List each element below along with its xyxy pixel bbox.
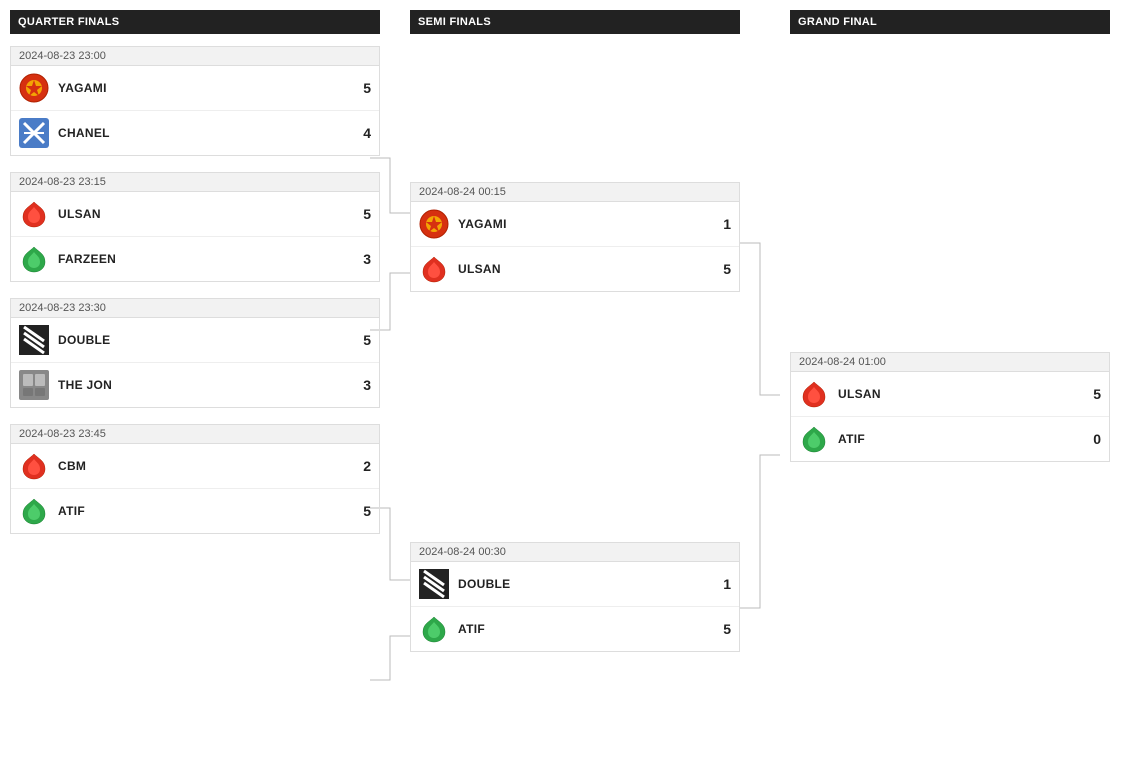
qf-header: Quarter Finals bbox=[10, 10, 380, 34]
qf-match-4-team-2: ATIF 5 bbox=[11, 488, 379, 533]
sf-m1-t1-name: YAGAMI bbox=[458, 217, 723, 231]
atif-logo-sf bbox=[419, 614, 449, 644]
gf-match-1-time: 2024-08-24 01:00 bbox=[790, 352, 1110, 371]
gf-m1-t1-name: ULSAN bbox=[838, 387, 1093, 401]
qf-match-1-time: 2024-08-23 23:00 bbox=[10, 46, 380, 65]
sf-header: Semi Finals bbox=[410, 10, 740, 34]
farzeen-logo-1 bbox=[19, 244, 49, 274]
qf-m4-t2-name: ATIF bbox=[58, 504, 363, 518]
qf-match-3: 2024-08-23 23:30 DOUBLE 5 THE JON 3 bbox=[10, 298, 380, 408]
qf-match-2: 2024-08-23 23:15 ULSAN 5 FARZEEN 3 bbox=[10, 172, 380, 282]
ulsan-logo-sf bbox=[419, 254, 449, 284]
sf-match-2-team-1: DOUBLE 1 bbox=[411, 562, 739, 606]
cbm-logo bbox=[19, 451, 49, 481]
grand-final-column: Grand Final 2024-08-24 01:00 ULSAN 5 ATI… bbox=[790, 10, 1110, 462]
qf-match-2-time: 2024-08-23 23:15 bbox=[10, 172, 380, 191]
qf-match-4-time: 2024-08-23 23:45 bbox=[10, 424, 380, 443]
sf-match-2-team-2: ATIF 5 bbox=[411, 606, 739, 651]
sf-m2-t2-name: ATIF bbox=[458, 622, 723, 636]
qf-m4-t2-score: 5 bbox=[363, 503, 371, 519]
qf-m2-t1-score: 5 bbox=[363, 206, 371, 222]
qf-match-2-team-2: FARZEEN 3 bbox=[11, 236, 379, 281]
qf-match-1: 2024-08-23 23:00 YAGAMI 5 CHANEL 4 bbox=[10, 46, 380, 156]
ulsan-logo-1 bbox=[19, 199, 49, 229]
double-logo-sf bbox=[419, 569, 449, 599]
gf-header: Grand Final bbox=[790, 10, 1110, 34]
sf-match-1-time: 2024-08-24 00:15 bbox=[410, 182, 740, 201]
qf-m1-t1-score: 5 bbox=[363, 80, 371, 96]
qf-m1-t2-name: CHANEL bbox=[58, 126, 363, 140]
gf-match-1-team-1: ULSAN 5 bbox=[791, 372, 1109, 416]
atif-logo-gf bbox=[799, 424, 829, 454]
qf-m2-t2-score: 3 bbox=[363, 251, 371, 267]
ulsan-logo-gf bbox=[799, 379, 829, 409]
double-logo-1 bbox=[19, 325, 49, 355]
yagami-logo-sf bbox=[419, 209, 449, 239]
gf-m1-t2-score: 0 bbox=[1093, 431, 1101, 447]
qf-match-3-team-1: DOUBLE 5 bbox=[11, 318, 379, 362]
gf-match-1-team-2: ATIF 0 bbox=[791, 416, 1109, 461]
sf-m1-t2-score: 5 bbox=[723, 261, 731, 277]
qf-m4-t1-score: 2 bbox=[363, 458, 371, 474]
sf-match-2-time: 2024-08-24 00:30 bbox=[410, 542, 740, 561]
qf-m3-t1-name: DOUBLE bbox=[58, 333, 363, 347]
qf-m4-t1-name: CBM bbox=[58, 459, 363, 473]
qf-match-1-team-2: CHANEL 4 bbox=[11, 110, 379, 155]
sf-match-2: 2024-08-24 00:30 DOUBLE 1 ATIF 5 bbox=[410, 542, 740, 652]
quarter-finals-column: Quarter Finals 2024-08-23 23:00 YAGAMI 5… bbox=[10, 10, 380, 534]
qf-m3-t1-score: 5 bbox=[363, 332, 371, 348]
qf-m1-t1-name: YAGAMI bbox=[58, 81, 363, 95]
thejon-logo bbox=[19, 370, 49, 400]
sf-match-1-team-2: ULSAN 5 bbox=[411, 246, 739, 291]
qf-match-2-team-1: ULSAN 5 bbox=[11, 192, 379, 236]
qf-match-1-team-1: YAGAMI 5 bbox=[11, 66, 379, 110]
chanel-logo bbox=[19, 118, 49, 148]
sf-m2-t2-score: 5 bbox=[723, 621, 731, 637]
qf-m3-t2-score: 3 bbox=[363, 377, 371, 393]
gf-match-1: 2024-08-24 01:00 ULSAN 5 ATIF 0 bbox=[790, 352, 1110, 462]
qf-match-3-time: 2024-08-23 23:30 bbox=[10, 298, 380, 317]
sf-m2-t1-name: DOUBLE bbox=[458, 577, 723, 591]
qf-match-4-team-1: CBM 2 bbox=[11, 444, 379, 488]
sf-m2-t1-score: 1 bbox=[723, 576, 731, 592]
sf-match-1-team-1: YAGAMI 1 bbox=[411, 202, 739, 246]
qf-m3-t2-name: THE JON bbox=[58, 378, 363, 392]
gf-m1-t2-name: ATIF bbox=[838, 432, 1093, 446]
sf-match-1: 2024-08-24 00:15 YAGAMI 1 ULSAN 5 bbox=[410, 182, 740, 292]
qf-match-4: 2024-08-23 23:45 CBM 2 ATIF 5 bbox=[10, 424, 380, 534]
qf-m2-t1-name: ULSAN bbox=[58, 207, 363, 221]
gf-m1-t1-score: 5 bbox=[1093, 386, 1101, 402]
qf-m2-t2-name: FARZEEN bbox=[58, 252, 363, 266]
semi-finals-column: Semi Finals 2024-08-24 00:15 YAGAMI 1 UL… bbox=[410, 10, 740, 652]
sf-m1-t2-name: ULSAN bbox=[458, 262, 723, 276]
sf-m1-t1-score: 1 bbox=[723, 216, 731, 232]
qf-match-3-team-2: THE JON 3 bbox=[11, 362, 379, 407]
qf-m1-t2-score: 4 bbox=[363, 125, 371, 141]
yagami-logo-1 bbox=[19, 73, 49, 103]
atif-logo-1 bbox=[19, 496, 49, 526]
